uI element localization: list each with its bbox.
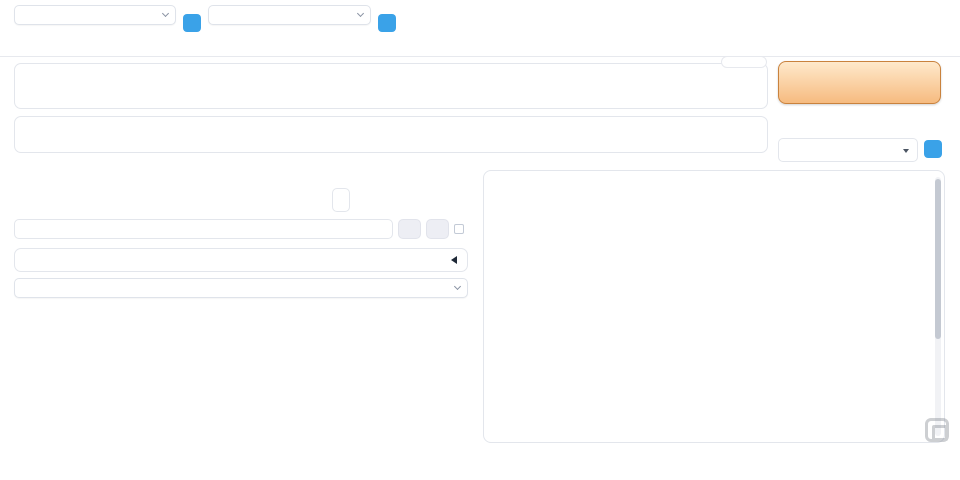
seed-input[interactable] (14, 219, 393, 239)
swap-dimensions-button[interactable] (332, 188, 350, 212)
output-gallery (483, 170, 945, 443)
reuse-seed-button[interactable] (426, 219, 449, 239)
clip-skip-slider[interactable] (409, 3, 569, 4)
generate-button[interactable] (778, 61, 941, 104)
checkpoint-field (14, 3, 176, 25)
script-select[interactable] (14, 278, 468, 298)
sd-vae-select[interactable] (208, 5, 371, 25)
chevron-down-icon (357, 10, 364, 17)
refresh-styles-button[interactable] (924, 140, 942, 158)
scrollbar-thumb[interactable] (935, 179, 941, 339)
chevron-down-icon (162, 10, 169, 17)
extra-seed-checkbox[interactable] (454, 224, 468, 234)
random-seed-button[interactable] (398, 219, 421, 239)
checkbox-icon (454, 224, 464, 234)
checkpoint-select[interactable] (14, 5, 176, 25)
refresh-vae-button[interactable] (378, 14, 396, 32)
tab-bar (0, 35, 960, 57)
sd-vae-field (208, 3, 371, 25)
txt2img-settings (14, 166, 468, 298)
stable-diffusion-webui (0, 0, 960, 480)
negative-prompt-input[interactable] (14, 116, 768, 153)
token-counter (721, 56, 767, 68)
chevron-down-icon (454, 283, 461, 290)
seed-section (14, 219, 468, 239)
gallery-scrollbar[interactable] (935, 177, 941, 436)
refresh-checkpoint-button[interactable] (183, 14, 201, 32)
dropdown-arrow-icon (903, 149, 909, 153)
top-bar (14, 3, 569, 32)
dimensions-row (14, 188, 468, 212)
additional-networks-accordion[interactable] (14, 248, 468, 272)
prompt-input[interactable] (14, 63, 768, 109)
collapse-arrow-icon (451, 256, 457, 264)
styles-select[interactable] (778, 138, 918, 162)
